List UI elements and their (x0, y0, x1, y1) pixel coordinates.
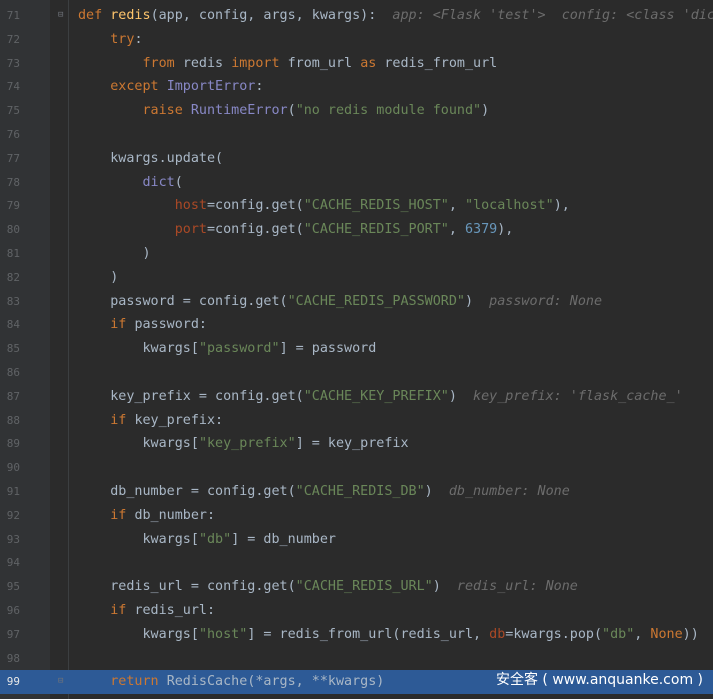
code-line[interactable]: 93 kwargs["db"] = db_number (0, 528, 713, 552)
code-text: raise RuntimeError("no redis module foun… (142, 103, 490, 119)
code-line[interactable]: 82 ) (0, 266, 713, 290)
code-text: redis_url = config.get("CACHE_REDIS_URL"… (78, 579, 578, 595)
line-number: 83 (6, 294, 20, 308)
code-text: kwargs["password"] = password (78, 341, 377, 357)
code-line[interactable]: 89 kwargs["key_prefix"] = key_prefix (0, 432, 713, 456)
code-text: kwargs["host"] = redis_from_url(redis_ur… (78, 626, 699, 642)
line-number: 88 (6, 413, 20, 427)
code-text: port=config.get("CACHE_REDIS_PORT", 6379… (174, 222, 514, 238)
line-number: 90 (6, 461, 20, 475)
code-text: if key_prefix: (110, 412, 224, 428)
code-line[interactable]: 91 db_number = config.get("CACHE_REDIS_D… (0, 480, 713, 504)
code-line[interactable]: 87 key_prefix = config.get("CACHE_KEY_PR… (0, 385, 713, 409)
code-text: ) (78, 269, 119, 285)
line-number: 84 (6, 318, 20, 332)
line-number: 73 (6, 56, 20, 70)
code-line[interactable]: 97 kwargs["host"] = redis_from_url(redis… (0, 623, 713, 647)
line-number: 91 (6, 485, 20, 498)
line-number: 95 (6, 580, 20, 594)
line-number: 79 (6, 199, 20, 213)
line-number: 72 (6, 32, 20, 46)
code-text: from redis import from_url as redis_from… (142, 55, 498, 71)
code-text: kwargs["db"] = db_number (78, 531, 336, 547)
code-line[interactable]: 98 (0, 647, 713, 671)
line-number: 76 (6, 128, 20, 141)
code-text: def redis(app, config, args, kwargs): ap… (78, 8, 713, 23)
code-line[interactable]: 78 dict( (0, 171, 713, 195)
code-line[interactable]: 75 raise RuntimeError("no redis module f… (0, 99, 713, 123)
code-line[interactable]: 94 (0, 551, 713, 575)
code-line[interactable]: 90 (0, 456, 713, 480)
line-number: 77 (6, 151, 20, 165)
code-text: return RedisCache(*args, **kwargs) (110, 674, 385, 690)
code-text: ) (78, 246, 151, 261)
line-number: 87 (6, 389, 20, 403)
code-line[interactable]: 83 password = config.get("CACHE_REDIS_PA… (0, 290, 713, 314)
line-number: 75 (6, 104, 20, 118)
code-line[interactable]: 77 kwargs.update( (0, 147, 713, 171)
code-text: if redis_url: (110, 603, 216, 618)
line-number: 99 (6, 675, 20, 689)
code-text: password = config.get("CACHE_REDIS_PASSW… (78, 293, 603, 309)
line-number: 98 (6, 651, 20, 665)
code-line[interactable]: 72 try: (0, 28, 713, 52)
fold-toggle-icon[interactable]: ⊟ (58, 10, 68, 20)
code-text: kwargs["key_prefix"] = key_prefix (78, 436, 409, 452)
code-line[interactable]: 79 host=config.get("CACHE_REDIS_HOST", "… (0, 194, 713, 218)
fold-toggle-icon[interactable]: ⊟ (58, 676, 68, 686)
code-text: if password: (110, 317, 207, 333)
code-text: if db_number: (110, 507, 216, 523)
code-line[interactable]: 95 redis_url = config.get("CACHE_REDIS_U… (0, 575, 713, 599)
line-number: 96 (6, 604, 20, 617)
code-line[interactable]: 86 (0, 361, 713, 385)
code-line[interactable]: 76 (0, 123, 713, 147)
line-number: 74 (6, 80, 20, 94)
code-text: dict( (142, 174, 183, 190)
line-number: 93 (6, 532, 20, 546)
code-line[interactable]: 84 if password: (0, 313, 713, 337)
line-number: 85 (6, 342, 20, 356)
code-text: kwargs.update( (78, 150, 224, 166)
code-line[interactable]: 81 ) (0, 242, 713, 266)
code-line[interactable]: 88 if key_prefix: (0, 409, 713, 433)
line-number: 97 (6, 627, 20, 641)
code-line[interactable]: 80 port=config.get("CACHE_REDIS_PORT", 6… (0, 218, 713, 242)
line-number: 94 (6, 556, 20, 570)
line-number: 82 (6, 270, 20, 284)
code-line[interactable]: 96 if redis_url: (0, 599, 713, 623)
line-number: 86 (6, 366, 20, 379)
code-line[interactable]: 71 ⊟ def redis(app, config, args, kwargs):… (0, 4, 713, 28)
watermark-text: 安全客 ( www.anquanke.com ) (495, 672, 703, 688)
line-number: 81 (6, 247, 20, 260)
line-number: 92 (6, 508, 20, 522)
line-number: 80 (6, 223, 20, 237)
code-text: try: (110, 31, 143, 47)
code-line[interactable]: 92 if db_number: (0, 504, 713, 528)
code-line[interactable]: 74 except ImportError: (0, 75, 713, 99)
code-text: key_prefix = config.get("CACHE_KEY_PREFI… (78, 388, 683, 404)
code-line[interactable]: 73 from redis import from_url as redis_f… (0, 52, 713, 76)
code-text: db_number = config.get("CACHE_REDIS_DB")… (78, 484, 570, 499)
code-line[interactable]: 85 kwargs["password"] = password (0, 337, 713, 361)
code-text: host=config.get("CACHE_REDIS_HOST", "loc… (174, 198, 570, 214)
line-number: 89 (6, 437, 20, 451)
code-text: except ImportError: (110, 79, 264, 95)
line-number: 78 (6, 175, 20, 189)
line-number: 71 (6, 9, 20, 22)
